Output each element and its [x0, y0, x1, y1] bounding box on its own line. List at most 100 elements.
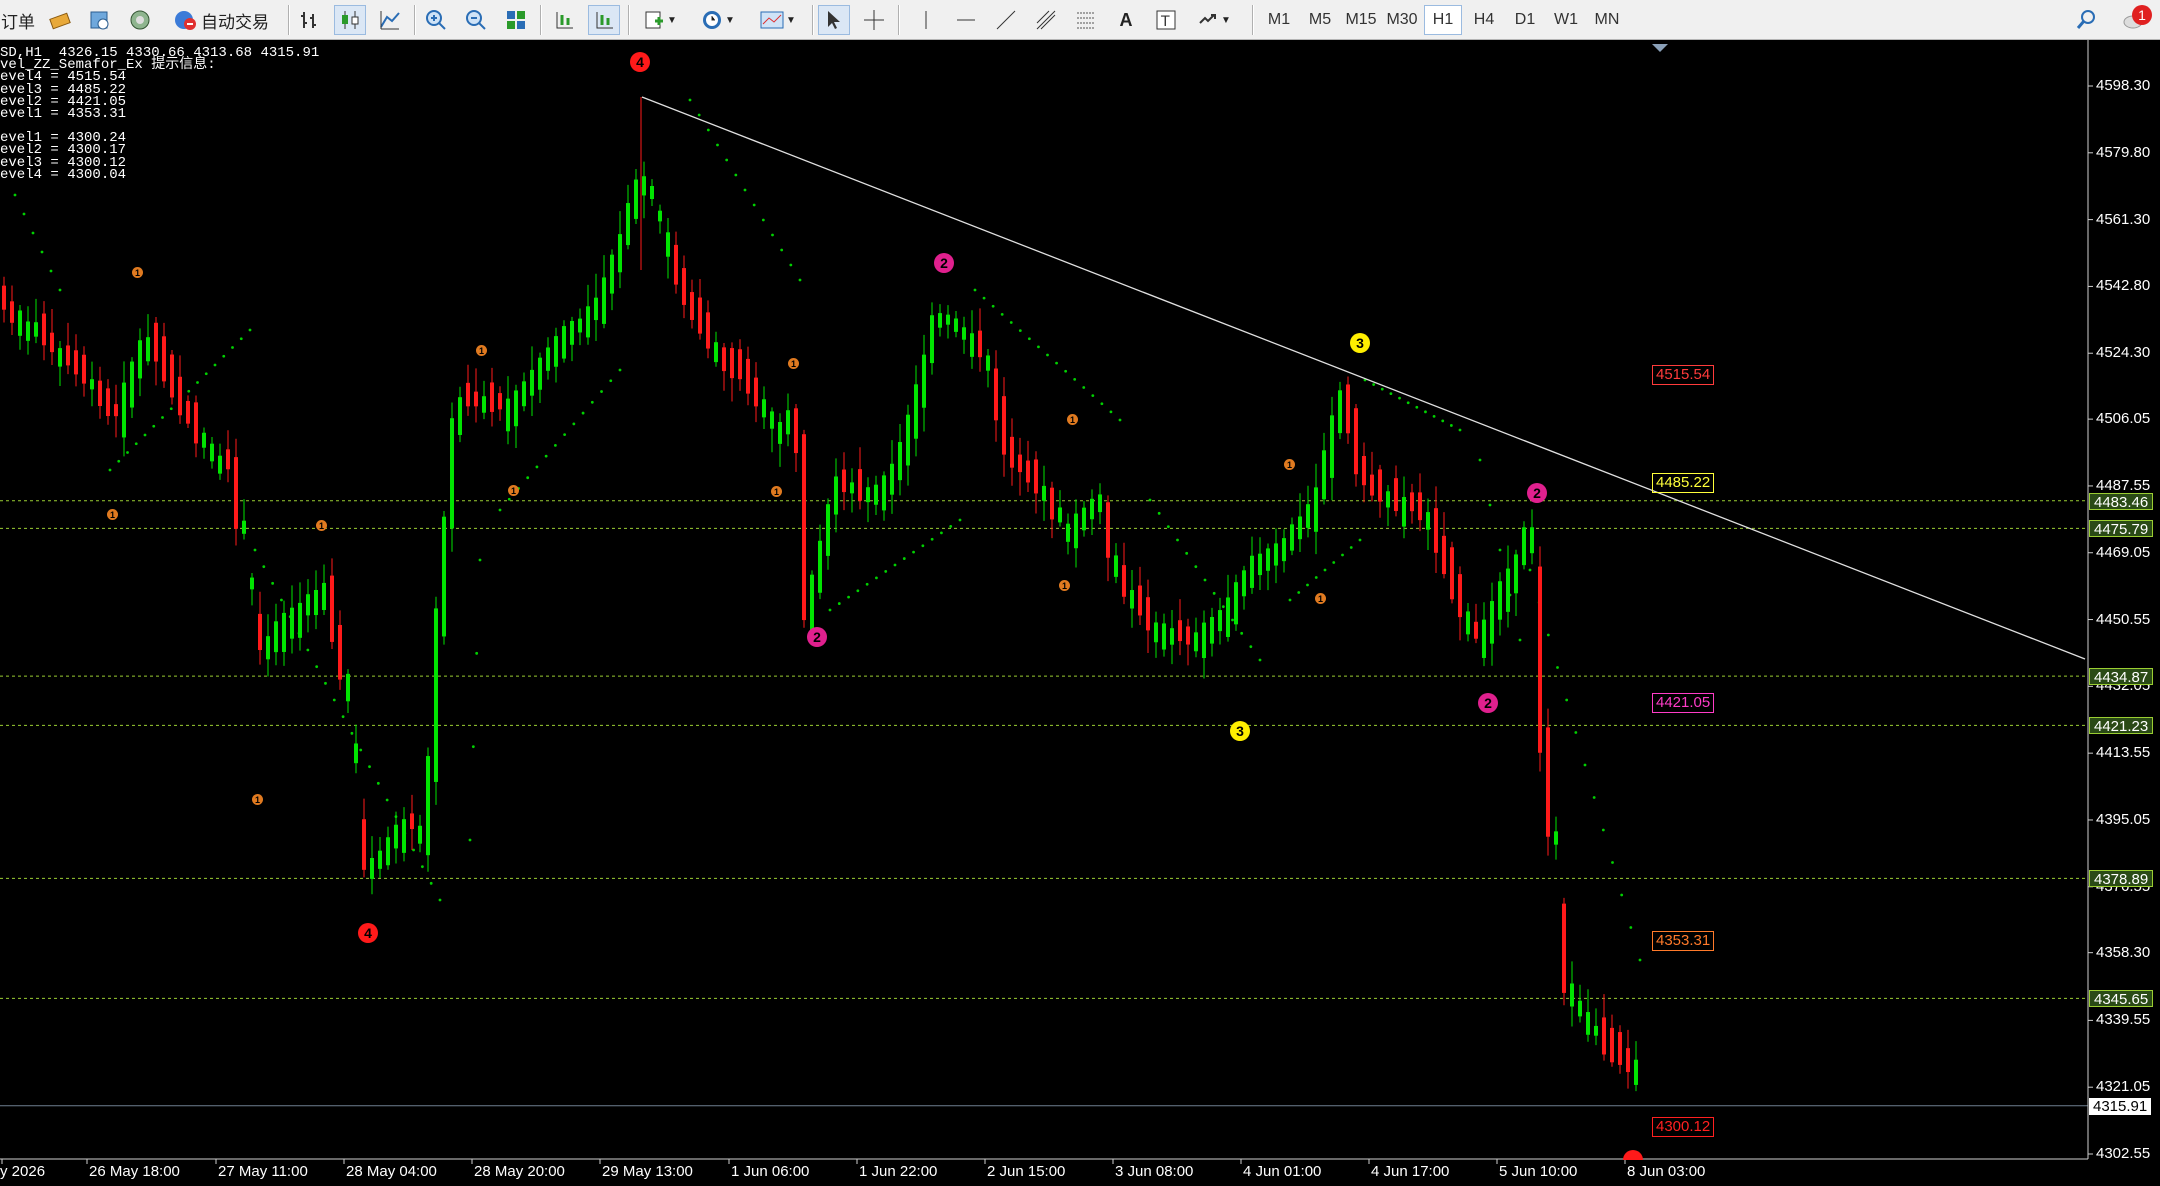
candle-body [1194, 632, 1198, 652]
candle-body [506, 398, 510, 432]
timeframe-m1[interactable]: M1 [1260, 5, 1298, 35]
notifications-button[interactable]: 1 [2110, 5, 2156, 35]
semafor-marker-level-3: 3 [1350, 333, 1370, 353]
candlestick-chart-icon[interactable] [334, 5, 366, 35]
timeframe-m5[interactable]: M5 [1301, 5, 1339, 35]
psar-dot [1185, 551, 1189, 555]
text-label-icon[interactable]: T [1150, 5, 1182, 35]
arrows-dropdown[interactable]: ▼ [1190, 5, 1238, 35]
psar-dot [1518, 638, 1522, 642]
timeframe-h4[interactable]: H4 [1465, 5, 1503, 35]
data-window-icon[interactable] [84, 5, 116, 35]
high-level-1: evel1 = 4353.31 [0, 106, 127, 123]
candle-body [490, 382, 494, 412]
zoom-in-icon[interactable] [420, 5, 452, 35]
candle-body [290, 607, 294, 639]
psar-dot [1194, 565, 1198, 569]
cursor-icon[interactable] [818, 5, 850, 35]
candle-body [1306, 504, 1310, 528]
semafor-level-label: 4300.12 [1652, 1117, 1715, 1137]
psar-dot [893, 563, 897, 567]
price-tick-label: 4321.05 [2096, 1078, 2151, 1096]
psar-dot [324, 681, 327, 685]
psar-dot [1203, 578, 1207, 582]
psar-dot [581, 411, 585, 415]
time-tick-label: 1 Jun 06:00 [731, 1163, 810, 1180]
market-watch-icon[interactable] [44, 5, 76, 35]
psar-dot [949, 525, 953, 528]
psar-dot [1148, 498, 1152, 502]
candle-body [1330, 415, 1334, 478]
candle-body [770, 411, 774, 429]
candle-body [306, 594, 310, 616]
templates-dropdown[interactable]: ▼ [752, 5, 804, 35]
semafor-marker-level-4: 4 [358, 923, 378, 943]
semafor-marker-level-1: 1 [788, 358, 799, 369]
timeframe-m15[interactable]: M15 [1342, 5, 1380, 35]
candle-body [10, 301, 14, 323]
trendline-icon[interactable] [990, 5, 1022, 35]
line-chart-icon[interactable] [374, 5, 406, 35]
psar-dot [315, 665, 319, 669]
psar-dot [1000, 312, 1004, 316]
candle-body [410, 813, 414, 830]
psar-dot [359, 748, 363, 752]
timeframe-m30[interactable]: M30 [1383, 5, 1421, 35]
zoom-out-icon[interactable] [460, 5, 492, 35]
timeframe-h1[interactable]: H1 [1424, 5, 1462, 35]
candle-body [1442, 535, 1446, 575]
candle-body [498, 393, 502, 410]
main-toolbar: 订单 自动交易 ▼ ▼ ▼ A T ▼ M1 M5 M15 M30 H1 H4 D1 W1 MN… [0, 0, 2160, 40]
fibonacci-icon[interactable] [1070, 5, 1102, 35]
timeframe-w1[interactable]: W1 [1547, 5, 1585, 35]
order-button[interactable]: 订单 [0, 5, 36, 35]
bar-chart-icon[interactable] [294, 5, 326, 35]
equidistant-channel-icon[interactable] [1030, 5, 1062, 35]
trendline[interactable] [641, 96, 2086, 660]
crosshair-icon[interactable] [858, 5, 890, 35]
search-icon[interactable] [2070, 5, 2102, 35]
timeframe-mn[interactable]: MN [1588, 5, 1626, 35]
candle-body [458, 397, 462, 435]
chart-shift-icon[interactable] [548, 5, 580, 35]
candle-body [914, 384, 918, 439]
periods-dropdown[interactable]: ▼ [694, 5, 742, 35]
psar-dot [507, 497, 511, 501]
indicators-dropdown[interactable]: ▼ [636, 5, 684, 35]
time-tick-label: 5 Jun 10:00 [1499, 1163, 1578, 1180]
psar-dot [991, 304, 995, 308]
psar-dot [697, 113, 701, 117]
timeframe-d1[interactable]: D1 [1506, 5, 1544, 35]
vertical-line-icon[interactable] [910, 5, 942, 35]
price-chart[interactable] [0, 40, 2160, 1186]
candle-body [90, 379, 94, 390]
candle-body [898, 442, 902, 481]
candle-body [1538, 566, 1542, 753]
semafor-marker-level-1: 1 [771, 486, 782, 497]
candle-body [1626, 1048, 1630, 1073]
navigator-icon[interactable] [124, 5, 156, 35]
candle-body [1002, 396, 1006, 455]
tile-windows-icon[interactable] [500, 5, 532, 35]
candle-body [466, 382, 470, 407]
candle-body [610, 254, 614, 294]
price-tick-label: 4524.30 [2096, 344, 2151, 362]
psar-dot [1389, 392, 1393, 396]
candle-body [122, 382, 126, 438]
psar-dot [1157, 511, 1161, 515]
text-icon[interactable]: A [1110, 5, 1142, 35]
autoscroll-icon[interactable] [588, 5, 620, 35]
psar-dot [1064, 369, 1068, 373]
auto-trading-button[interactable]: 自动交易 [164, 5, 278, 35]
candle-body [754, 377, 758, 407]
horizontal-line-icon[interactable] [950, 5, 982, 35]
semafor-marker-level-1: 1 [508, 485, 519, 496]
trendline-segment[interactable] [641, 96, 2086, 660]
psar-dot [535, 465, 539, 469]
price-tick-label: 4358.30 [2096, 943, 2151, 961]
candle-body [282, 612, 286, 652]
time-tick-label: 29 May 13:00 [602, 1163, 693, 1180]
psar-dot [1027, 337, 1031, 341]
psar-dot [609, 379, 613, 383]
chart-shift-marker[interactable] [1652, 44, 1668, 52]
